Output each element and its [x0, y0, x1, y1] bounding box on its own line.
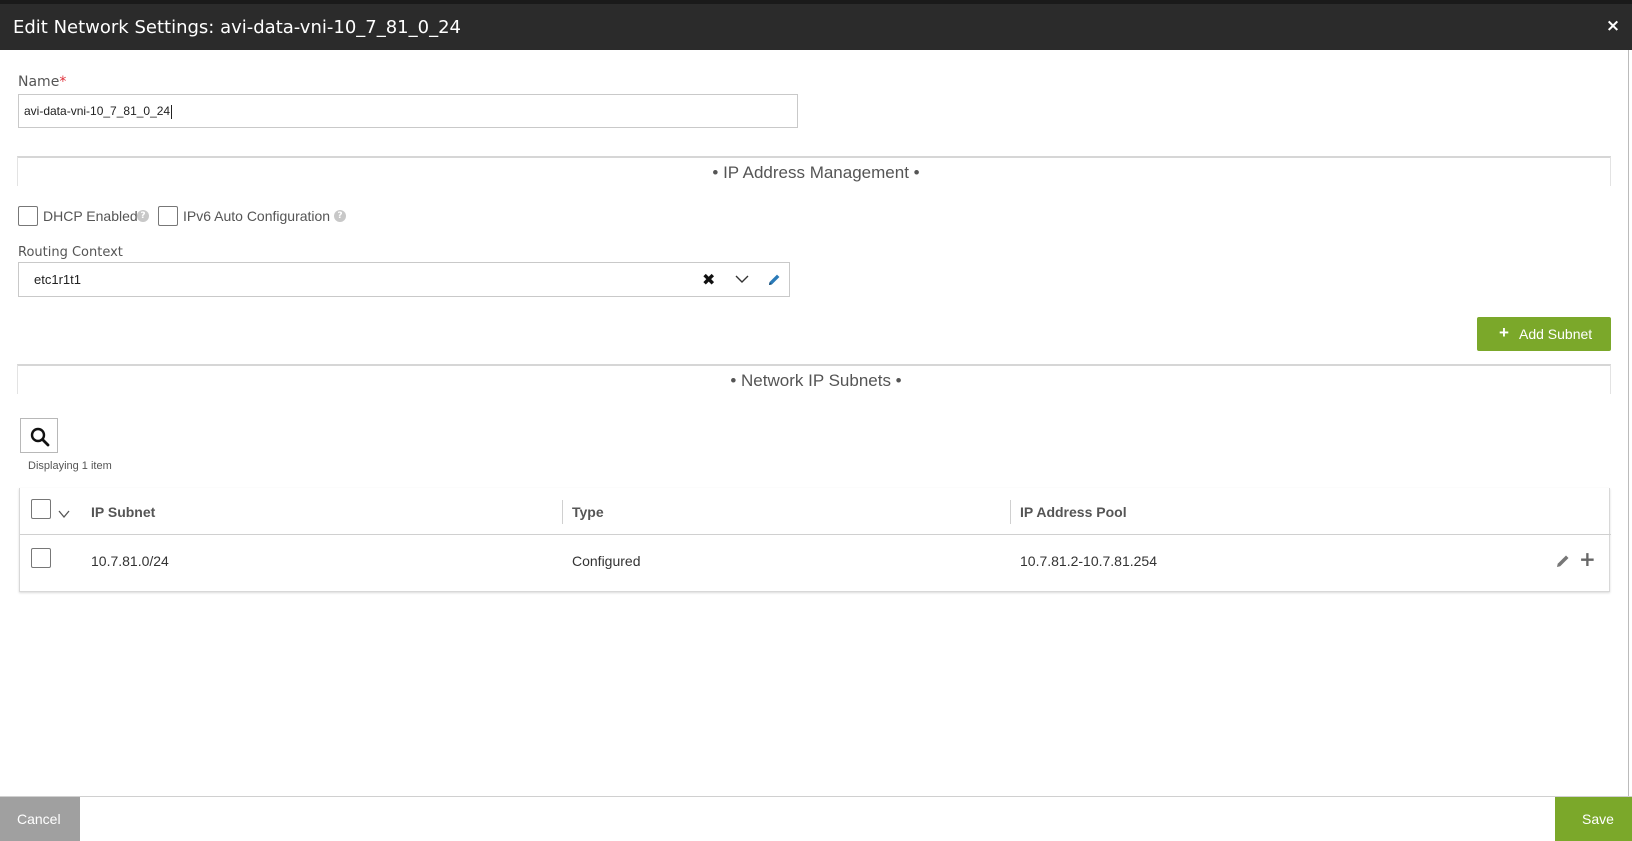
name-label: Name* — [18, 74, 66, 90]
ipam-section-title: • IP Address Management • — [712, 163, 920, 182]
subnets-table: IP Subnet Type IP Address Pool 10.7.81.0… — [19, 488, 1611, 592]
displaying-count: Displaying 1 item — [28, 460, 112, 472]
ipv6-help-icon[interactable]: ? — [334, 210, 346, 222]
name-input[interactable]: avi-data-vni-10_7_81_0_24 — [18, 94, 798, 128]
routing-context-value: etc1r1t1 — [34, 272, 81, 287]
name-input-value: avi-data-vni-10_7_81_0_24 — [24, 104, 171, 118]
column-header-ip-subnet[interactable]: IP Subnet — [91, 504, 155, 520]
select-all-checkbox[interactable] — [31, 499, 51, 519]
search-icon — [30, 427, 50, 447]
add-subnet-label: Add Subnet — [1519, 326, 1593, 342]
ipv6-auto-config-label: IPv6 Auto Configuration — [183, 208, 331, 224]
search-button[interactable] — [20, 418, 58, 453]
edit-row-pencil-icon[interactable] — [1555, 553, 1571, 569]
modal-footer: Cancel Save — [0, 796, 1632, 841]
modal-header: Edit Network Settings: avi-data-vni-10_7… — [0, 0, 1632, 50]
plus-icon: + — [1499, 323, 1509, 342]
cell-ip-subnet: 10.7.81.0/24 — [91, 553, 169, 569]
column-header-ip-address-pool[interactable]: IP Address Pool — [1020, 504, 1127, 520]
routing-context-select[interactable]: etc1r1t1 ✖ — [18, 262, 760, 297]
edit-routing-context-button[interactable] — [759, 262, 790, 297]
add-row-plus-icon[interactable]: + — [1579, 549, 1596, 569]
required-marker: * — [59, 74, 67, 90]
column-divider — [562, 500, 563, 524]
routing-context-label: Routing Context — [18, 245, 123, 260]
table-header: IP Subnet Type IP Address Pool — [20, 488, 1611, 535]
add-subnet-button[interactable]: + Add Subnet — [1477, 317, 1611, 351]
save-label: Save — [1582, 811, 1614, 827]
cancel-button[interactable]: Cancel — [0, 797, 80, 841]
column-header-type[interactable]: Type — [572, 504, 604, 520]
subnets-section-title: • Network IP Subnets • — [730, 371, 902, 390]
dhcp-enabled-label: DHCP Enabled — [43, 208, 138, 224]
table-row: 10.7.81.0/24 Configured 10.7.81.2-10.7.8… — [20, 535, 1611, 591]
dhcp-enabled-checkbox[interactable] — [18, 206, 38, 226]
scrollbar-track — [1628, 50, 1629, 796]
cell-type: Configured — [572, 553, 641, 569]
cell-ip-address-pool: 10.7.81.2-10.7.81.254 — [1020, 553, 1158, 569]
dhcp-help-icon[interactable]: ? — [137, 210, 149, 222]
clear-selection-icon[interactable]: ✖ — [702, 270, 715, 289]
close-icon[interactable]: × — [1605, 18, 1621, 35]
pencil-icon — [769, 274, 780, 285]
modal-title: Edit Network Settings: avi-data-vni-10_7… — [13, 17, 461, 38]
edit-network-modal: Edit Network Settings: avi-data-vni-10_7… — [0, 0, 1632, 841]
name-label-text: Name — [18, 74, 60, 90]
row-checkbox[interactable] — [31, 548, 51, 568]
chevron-down-icon[interactable] — [734, 271, 750, 287]
save-button[interactable]: Save — [1555, 797, 1632, 841]
ipv6-auto-config-checkbox[interactable] — [158, 206, 178, 226]
chevron-down-icon[interactable] — [57, 508, 71, 520]
cancel-label: Cancel — [17, 811, 61, 827]
text-caret — [171, 104, 173, 119]
column-divider — [1010, 500, 1011, 524]
